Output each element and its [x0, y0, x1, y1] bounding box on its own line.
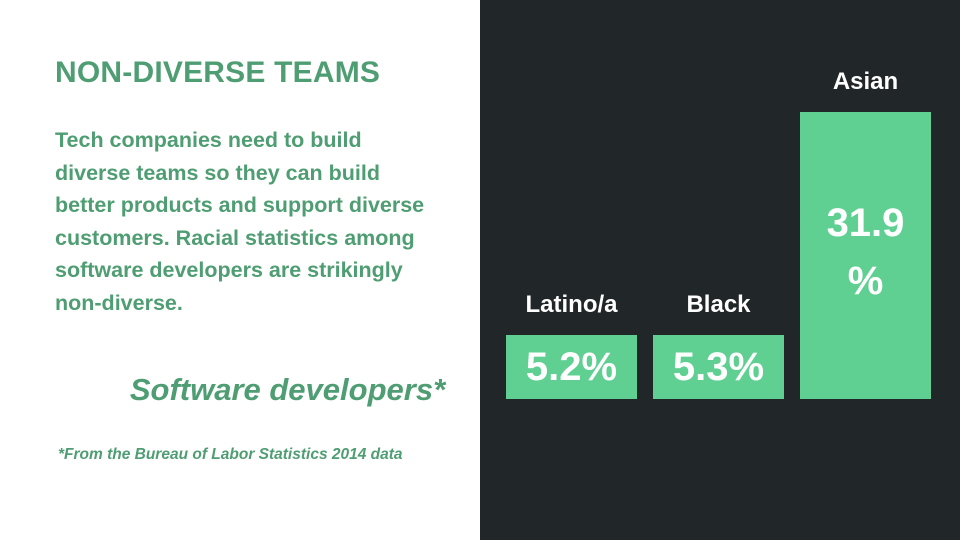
bar-value-black: 5.3%	[672, 345, 765, 389]
chart-panel: 5.2% Latino/a 5.3% Black 31.9% Asian	[480, 0, 960, 540]
bar-black: 5.3%	[653, 335, 784, 399]
bar-value-latino: 5.2%	[525, 345, 618, 389]
bar-latino: 5.2%	[506, 335, 637, 399]
text-panel: NON-DIVERSE TEAMS Tech companies need to…	[0, 0, 480, 540]
category-label-asian: Asian	[832, 67, 899, 95]
bar-value-asian: 31.9%	[826, 200, 905, 303]
slide-title: NON-DIVERSE TEAMS	[55, 56, 381, 89]
bar-asian: 31.9%	[800, 111, 931, 399]
source-note: *From the Bureau of Labor Statistics 201…	[58, 446, 403, 463]
body-text: Tech companies need to build diverse tea…	[55, 128, 425, 315]
category-label-black: Black	[686, 291, 751, 318]
category-label-latino: Latino/a	[525, 291, 618, 318]
